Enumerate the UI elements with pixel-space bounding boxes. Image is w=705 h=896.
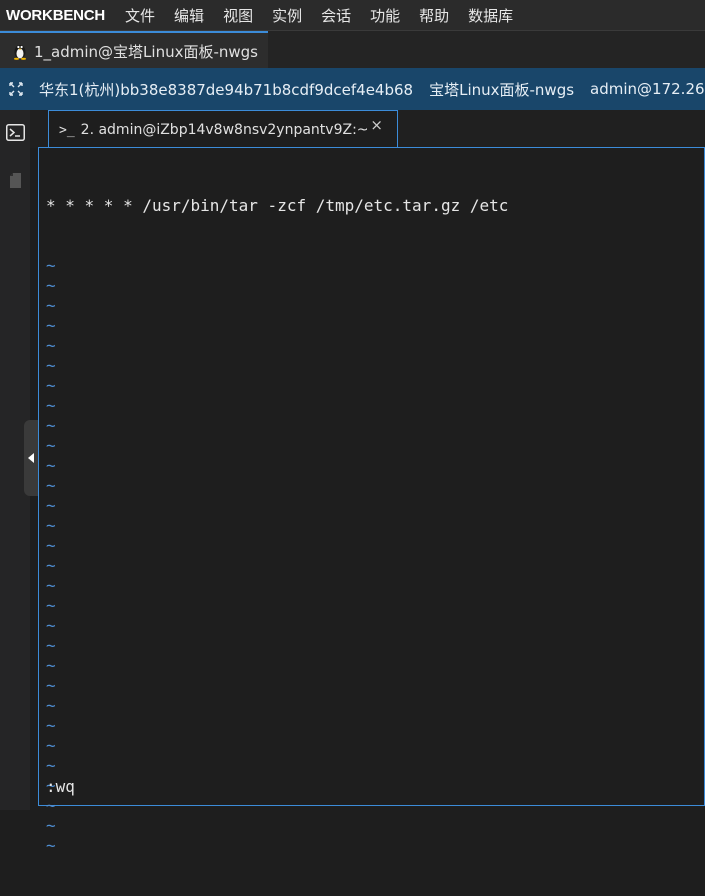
app-brand: WORKBENCH bbox=[6, 6, 106, 24]
linux-penguin-icon bbox=[14, 45, 26, 60]
empty-lines: ~ ~ ~ ~ ~ ~ ~ ~ ~ ~ ~ ~ ~ ~ ~ ~ ~ ~ ~ ~ ~ ~ ~ ~ ~ ~ ~ ~ ~ ~ bbox=[46, 256, 704, 856]
empty-line-marker: ~ bbox=[46, 596, 56, 615]
empty-line-marker: ~ bbox=[46, 336, 56, 355]
session-tab-label: 1_admin@宝塔Linux面板-nwgs bbox=[34, 42, 258, 61]
empty-line-marker: ~ bbox=[46, 696, 56, 715]
empty-line-marker: ~ bbox=[46, 276, 56, 295]
empty-line-marker: ~ bbox=[46, 536, 56, 555]
session-tab[interactable]: 1_admin@宝塔Linux面板-nwgs bbox=[0, 31, 268, 69]
empty-line-marker: ~ bbox=[46, 376, 56, 395]
empty-line-marker: ~ bbox=[46, 576, 56, 595]
expand-icon[interactable] bbox=[9, 82, 23, 96]
terminal-tab[interactable]: >_ 2. admin@iZbp14v8w8nsv2ynpantv9Z:~ × bbox=[48, 110, 398, 149]
terminal-pane[interactable]: * * * * * /usr/bin/tar -zcf /tmp/etc.tar… bbox=[38, 147, 705, 855]
empty-line-marker: ~ bbox=[46, 456, 56, 475]
file-icon[interactable] bbox=[9, 172, 22, 189]
menu-session[interactable]: 会话 bbox=[321, 5, 351, 26]
instance-name: 宝塔Linux面板-nwgs bbox=[429, 80, 575, 99]
instance-id: 华东1(杭州)bb38e8387de94b71b8cdf9dcef4e4b68 bbox=[39, 80, 414, 99]
empty-line-marker: ~ bbox=[46, 756, 56, 775]
empty-line-marker: ~ bbox=[46, 436, 56, 455]
empty-line-marker: ~ bbox=[46, 836, 56, 855]
menu-file[interactable]: 文件 bbox=[125, 5, 155, 26]
empty-line-marker: ~ bbox=[46, 636, 56, 655]
empty-line-marker: ~ bbox=[46, 396, 56, 415]
empty-line-marker: ~ bbox=[46, 256, 56, 275]
login-address: admin@172.26.55 bbox=[590, 80, 705, 98]
vim-command-line[interactable]: :wq bbox=[46, 777, 75, 796]
crontab-line: * * * * * /usr/bin/tar -zcf /tmp/etc.tar… bbox=[46, 196, 509, 215]
vim-buffer: * * * * * /usr/bin/tar -zcf /tmp/etc.tar… bbox=[46, 156, 704, 896]
menu-bar: WORKBENCH 文件 编辑 视图 实例 会话 功能 帮助 数据库 bbox=[0, 0, 705, 30]
empty-line-marker: ~ bbox=[46, 556, 56, 575]
empty-line-marker: ~ bbox=[46, 476, 56, 495]
empty-line-marker: ~ bbox=[46, 496, 56, 515]
empty-line-marker: ~ bbox=[46, 416, 56, 435]
close-tab-icon[interactable]: × bbox=[370, 116, 383, 134]
session-tab-bar: 1_admin@宝塔Linux面板-nwgs bbox=[0, 30, 705, 69]
empty-line-marker: ~ bbox=[46, 736, 56, 755]
empty-line-marker: ~ bbox=[46, 716, 56, 735]
terminal-prompt-icon: >_ bbox=[59, 122, 75, 138]
empty-line-marker: ~ bbox=[46, 676, 56, 695]
sidebar-collapse-handle[interactable] bbox=[24, 420, 38, 496]
chevron-left-icon bbox=[28, 453, 34, 463]
menu-help[interactable]: 帮助 bbox=[419, 5, 449, 26]
terminal-tab-bar: >_ 2. admin@iZbp14v8w8nsv2ynpantv9Z:~ × bbox=[30, 110, 705, 149]
empty-line-marker: ~ bbox=[46, 296, 56, 315]
empty-line-marker: ~ bbox=[46, 316, 56, 335]
menu-instance[interactable]: 实例 bbox=[272, 5, 302, 26]
empty-line-marker: ~ bbox=[46, 616, 56, 635]
menu-features[interactable]: 功能 bbox=[370, 5, 400, 26]
menu-database[interactable]: 数据库 bbox=[468, 5, 513, 26]
empty-line-marker: ~ bbox=[46, 796, 56, 815]
instance-info-bar: 华东1(杭州)bb38e8387de94b71b8cdf9dcef4e4b68 … bbox=[0, 68, 705, 110]
menu-view[interactable]: 视图 bbox=[223, 5, 253, 26]
terminal-tab-label: 2. admin@iZbp14v8w8nsv2ynpantv9Z:~ bbox=[80, 122, 369, 138]
empty-line-marker: ~ bbox=[46, 516, 56, 535]
terminal-icon[interactable] bbox=[6, 124, 25, 141]
empty-line-marker: ~ bbox=[46, 356, 56, 375]
empty-line-marker: ~ bbox=[46, 656, 56, 675]
menu-edit[interactable]: 编辑 bbox=[174, 5, 204, 26]
empty-line-marker: ~ bbox=[46, 816, 56, 835]
empty-line-marker: ~ bbox=[46, 776, 56, 795]
